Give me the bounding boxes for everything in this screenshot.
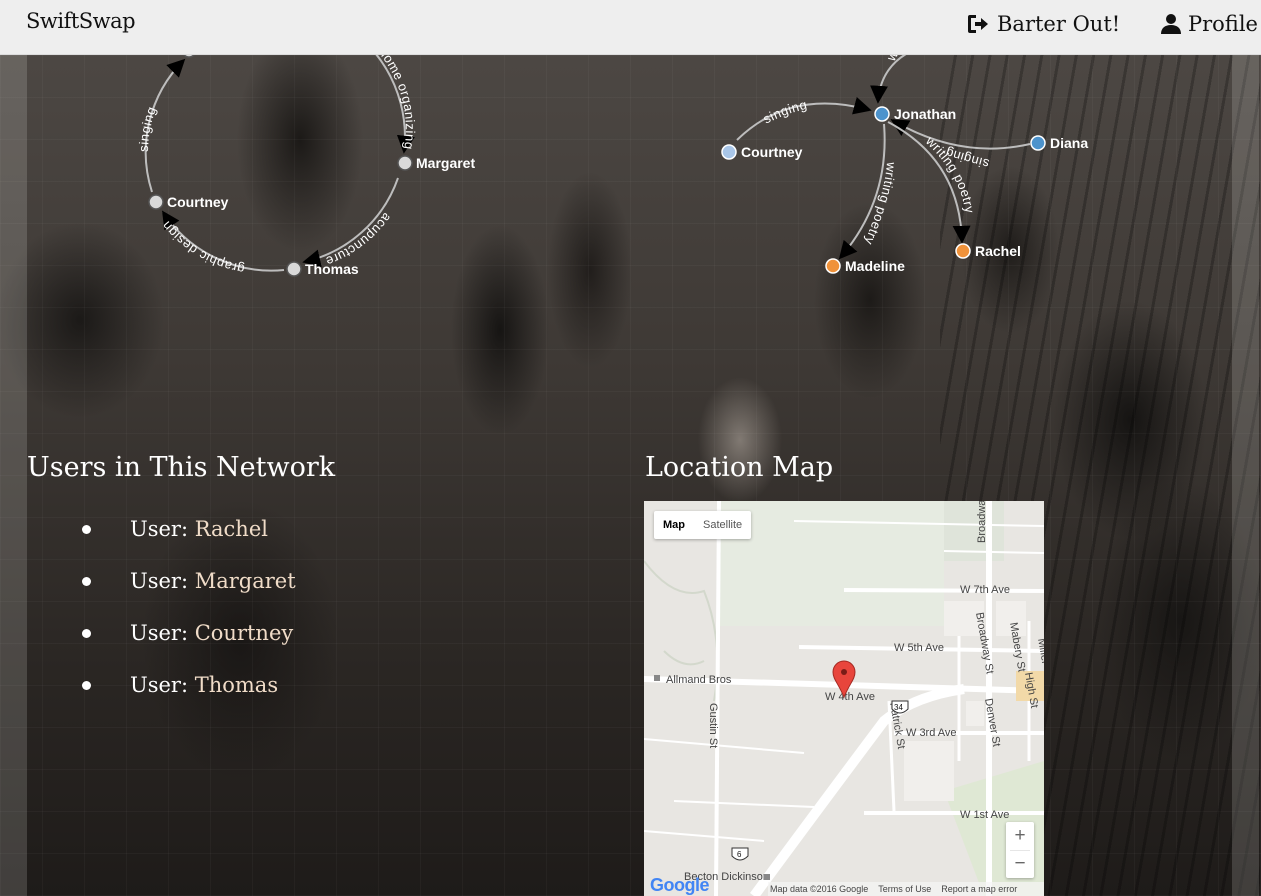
- zoom-in-button[interactable]: +: [1006, 822, 1034, 850]
- report-error-link[interactable]: Report a map error: [941, 884, 1017, 894]
- bullet: [82, 577, 91, 586]
- list-item: User: Rachel: [80, 506, 296, 558]
- zoom-out-button[interactable]: −: [1006, 850, 1034, 878]
- user-prefix: User:: [130, 569, 189, 593]
- user-prefix: User:: [130, 517, 189, 541]
- user-link-margaret[interactable]: Margaret: [195, 569, 296, 593]
- node-margaret[interactable]: Margaret: [397, 155, 475, 171]
- svg-text:W 7th Ave: W 7th Ave: [960, 584, 1010, 596]
- terms-link[interactable]: Terms of Use: [878, 884, 931, 894]
- svg-text:Jonathan: Jonathan: [894, 106, 956, 122]
- bullet: [82, 525, 91, 534]
- user-icon: [1160, 13, 1182, 35]
- svg-text:Allmand Bros: Allmand Bros: [666, 674, 732, 686]
- map-type-satellite-button[interactable]: Satellite: [694, 511, 751, 539]
- bullet: [82, 681, 91, 690]
- node-rachel[interactable]: Rachel: [955, 243, 1021, 259]
- edge-label-graphic-design: graphic design: [158, 218, 245, 277]
- highway-shield-icon: 34: [891, 700, 909, 714]
- svg-text:W 3rd Ave: W 3rd Ave: [906, 727, 957, 739]
- user-prefix: User:: [130, 621, 189, 645]
- edge-label-singing-left: singing: [136, 104, 159, 152]
- svg-text:Broadway: Broadway: [976, 501, 988, 543]
- svg-text:6: 6: [737, 850, 742, 859]
- navbar: SwiftSwap Barter Out! Profile: [0, 0, 1261, 55]
- node-jonathan-right[interactable]: Jonathan: [874, 106, 956, 122]
- edge-label-writing-poetry-rachel: writing poetry: [922, 133, 977, 215]
- svg-text:Courtney: Courtney: [167, 194, 229, 210]
- list-item: User: Margaret: [80, 558, 296, 610]
- map-type-toggle: Map Satellite: [654, 511, 752, 539]
- edge-singing-diana: [890, 119, 1031, 150]
- svg-text:W 1st Ave: W 1st Ave: [960, 809, 1009, 821]
- profile-link[interactable]: Profile: [1160, 12, 1258, 36]
- user-prefix: User:: [130, 673, 189, 697]
- brand-logo[interactable]: SwiftSwap: [26, 9, 136, 33]
- svg-text:W 4th Ave: W 4th Ave: [825, 691, 875, 703]
- user-link-rachel[interactable]: Rachel: [195, 517, 268, 541]
- edge-writing-poetry-rachel: [887, 121, 971, 244]
- svg-text:Courtney: Courtney: [741, 144, 803, 160]
- barter-out-link[interactable]: Barter Out!: [967, 12, 1120, 36]
- svg-text:Madeline: Madeline: [845, 258, 905, 274]
- map-footer: Map data ©2016 Google Terms of Use Repor…: [768, 882, 1044, 896]
- map-canvas[interactable]: W 7th Ave W 5th Ave W 4th Ave W 3rd Ave …: [644, 501, 1044, 896]
- list-item: User: Thomas: [80, 662, 296, 714]
- svg-text:Thomas: Thomas: [305, 261, 359, 277]
- park-area: [719, 501, 944, 626]
- node-madeline[interactable]: Madeline: [825, 258, 905, 274]
- edge-label-writing-poetry-madeline: writing poetry: [861, 160, 899, 247]
- barter-out-label: Barter Out!: [997, 12, 1121, 36]
- node-thomas[interactable]: Thomas: [286, 261, 359, 277]
- svg-text:Diana: Diana: [1050, 135, 1088, 151]
- node-courtney-left[interactable]: Courtney: [148, 194, 229, 210]
- node-courtney-right[interactable]: Courtney: [721, 144, 803, 160]
- highway-shield-icon: 6: [731, 847, 749, 861]
- map-section-title: Location Map: [645, 452, 834, 483]
- user-link-courtney[interactable]: Courtney: [195, 621, 294, 645]
- edge-label-singing-courtney: singing: [761, 97, 809, 127]
- poi-icon: [654, 675, 660, 681]
- map-type-map-button[interactable]: Map: [654, 511, 694, 539]
- list-item: User: Courtney: [80, 610, 296, 662]
- zoom-divider: [1010, 850, 1030, 851]
- users-section-title: Users in This Network: [27, 452, 336, 483]
- svg-text:Margaret: Margaret: [416, 155, 475, 171]
- network-graph: home organizing acupuncture graphic desi…: [136, 42, 1088, 277]
- google-logo: Google: [650, 875, 710, 895]
- location-map[interactable]: W 7th Ave W 5th Ave W 4th Ave W 3rd Ave …: [644, 501, 1044, 896]
- profile-label: Profile: [1188, 12, 1258, 36]
- svg-text:34: 34: [894, 703, 903, 712]
- bullet: [82, 629, 91, 638]
- edge-label-home-organizing: home organizing: [376, 45, 418, 151]
- users-list: User: Rachel User: Margaret User: Courtn…: [80, 506, 296, 714]
- sign-out-icon: [967, 13, 991, 35]
- svg-text:W 5th Ave: W 5th Ave: [894, 642, 944, 654]
- left-cluster-nodes: Jonathan Margaret Courtney Thomas: [148, 42, 475, 277]
- svg-text:Gustin St: Gustin St: [707, 703, 719, 748]
- user-link-thomas[interactable]: Thomas: [195, 673, 278, 697]
- edge-labels: home organizing acupuncture graphic desi…: [136, 43, 990, 277]
- svg-text:Rachel: Rachel: [975, 243, 1021, 259]
- map-data-credit: Map data ©2016 Google: [770, 884, 869, 894]
- poi-icon: [764, 874, 770, 880]
- node-diana[interactable]: Diana: [1030, 135, 1088, 151]
- zoom-control: + −: [1006, 822, 1034, 878]
